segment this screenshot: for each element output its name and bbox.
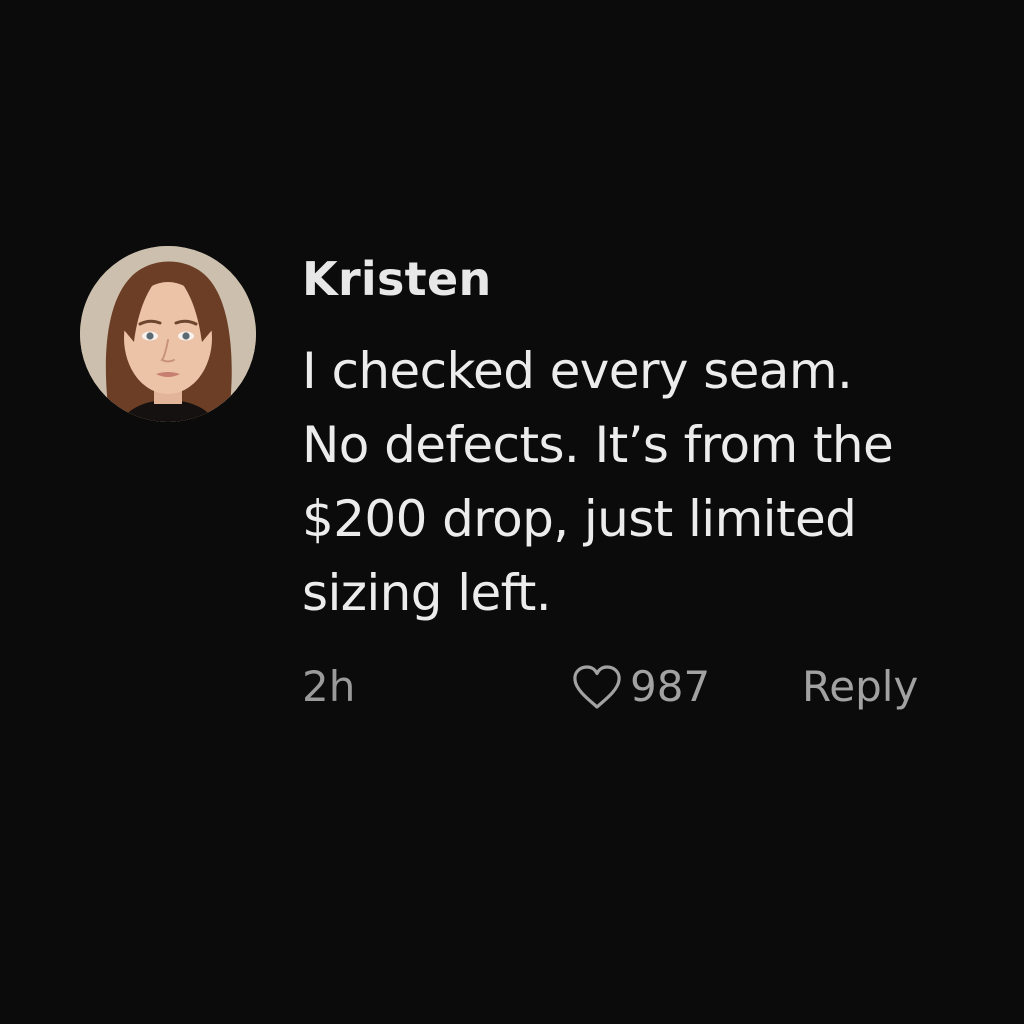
comment-item: Kristen I checked every seam. No defects…	[0, 0, 1024, 1024]
comment-body-line: sizing left.	[302, 564, 552, 622]
like-button[interactable]: 987	[570, 662, 710, 711]
comment-body: I checked every seam. No defects. It’s f…	[302, 334, 942, 630]
comment-timestamp: 2h	[302, 662, 356, 711]
reply-button[interactable]: Reply	[802, 662, 918, 711]
like-count: 987	[630, 662, 711, 711]
avatar[interactable]	[80, 246, 256, 422]
comment-body-line: I checked every seam.	[302, 342, 853, 400]
heart-outline-icon	[573, 664, 621, 709]
comment-body-line: $200 drop, just limited	[302, 490, 857, 548]
comment-author[interactable]: Kristen	[302, 252, 492, 306]
comment-body-line: No defects. It’s from the	[302, 416, 894, 474]
avatar-portrait	[80, 246, 256, 422]
